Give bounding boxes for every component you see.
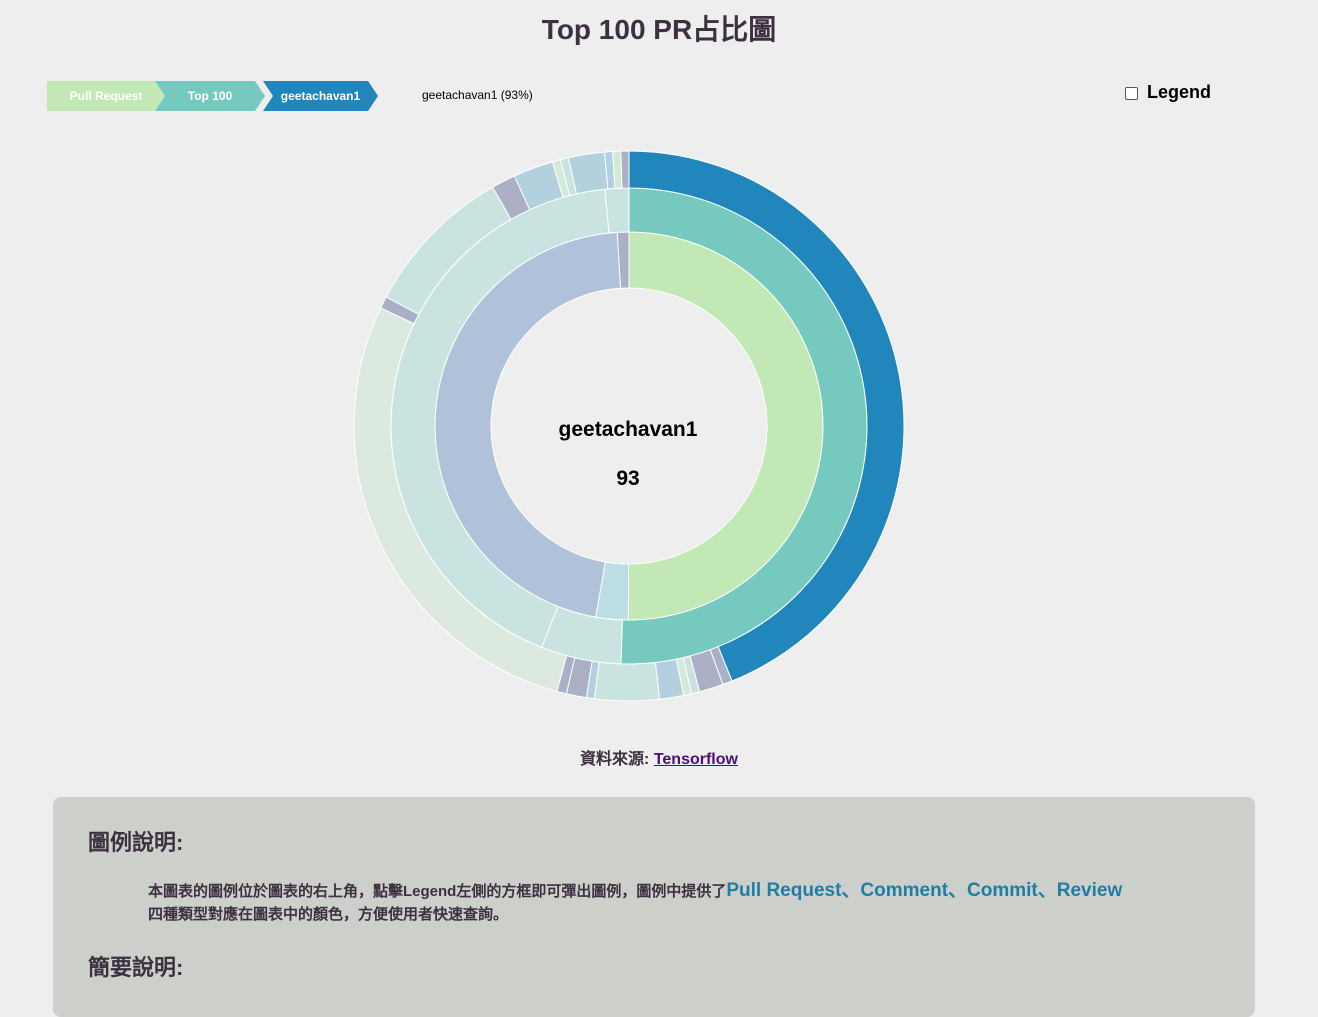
tensorflow-link[interactable]: Tensorflow xyxy=(654,751,738,768)
center-value: 93 xyxy=(616,467,639,490)
legend-description: 本圖表的圖例位於圖表的右上角，點擊Legend左側的方框即可彈出圖例，圖例中提供… xyxy=(148,879,1128,926)
summary-heading: 簡要說明: xyxy=(88,955,184,980)
legend-heading: 圖例說明: xyxy=(88,830,184,855)
center-label: geetachavan1 xyxy=(559,418,698,441)
sunburst-segment-ring3-20[interactable] xyxy=(620,150,630,189)
legend-types-highlight: Pull Request、Comment、Commit、Review xyxy=(726,880,1123,901)
source-label: 資料來源: xyxy=(580,751,650,768)
sunburst-chart: geetachavan1 93 xyxy=(353,150,905,702)
data-source: 資料來源: Tensorflow xyxy=(0,745,1318,769)
sunburst-segment-ring3-6[interactable] xyxy=(593,661,661,702)
legend-description-text: 本圖表的圖例位於圖表的右上角，點擊Legend左側的方框即可彈出圖例，圖例中提供… xyxy=(148,883,727,900)
explanation-panel: 圖例說明: 本圖表的圖例位於圖表的右上角，點擊Legend左側的方框即可彈出圖例… xyxy=(53,797,1255,1017)
sunburst-segment-ring2-3[interactable] xyxy=(604,187,630,234)
legend-description-tail: 四種類型對應在圖表中的顏色，方便使用者快速查詢。 xyxy=(148,906,509,923)
